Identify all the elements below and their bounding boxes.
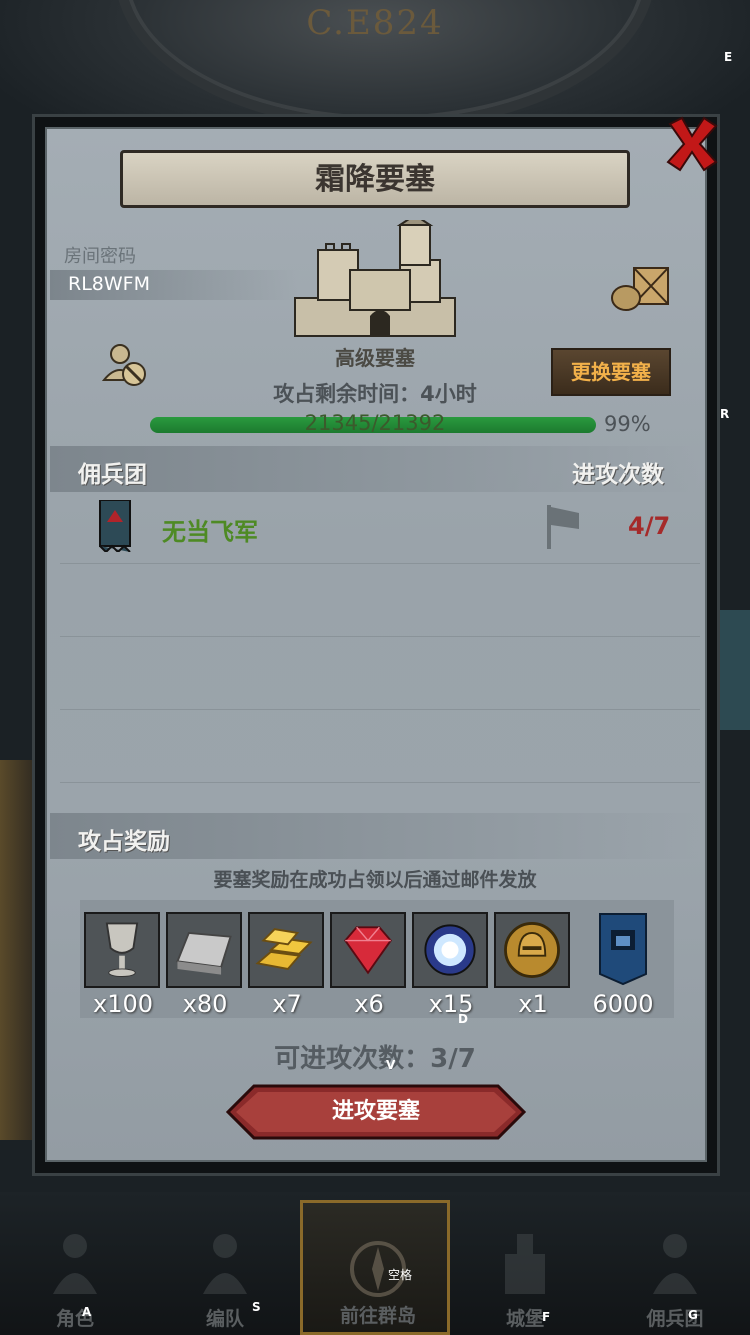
hotkey-s: S	[252, 1300, 261, 1314]
fortress-name: 高级要塞	[335, 346, 415, 370]
hotkey-r: R	[720, 407, 730, 421]
dialog-title: 霜降要塞	[315, 162, 435, 197]
attack-fortress-label: 进攻要塞	[331, 1099, 420, 1124]
nav-formation[interactable]: 编队	[150, 1200, 300, 1335]
team-banner-icon	[99, 500, 131, 552]
hotkey-e: E	[724, 50, 733, 64]
progress-percent: 99%	[604, 412, 651, 436]
attack-count-header: 进攻次数	[572, 462, 664, 488]
guild-token-icon[interactable]	[598, 912, 648, 986]
gold-bars-icon[interactable]	[248, 912, 324, 988]
team-name: 无当飞军	[162, 518, 258, 546]
dialog-title-plate: 霜降要塞	[120, 150, 630, 208]
hotkey-v: V	[386, 1058, 396, 1072]
row-divider	[60, 636, 700, 637]
change-fortress-label: 更换要塞	[571, 360, 651, 384]
soldier-icon	[203, 1234, 247, 1294]
reward-qty: x1	[518, 990, 548, 1018]
reward-qty: x100	[92, 990, 153, 1018]
nav-label: 角色	[55, 1308, 94, 1330]
nav-label: 前往群岛	[339, 1305, 416, 1327]
progress-value: 21345/21392	[304, 411, 446, 435]
mercenary-section-title: 佣兵团	[78, 462, 147, 488]
row-divider	[60, 709, 700, 710]
change-fortress-button[interactable]: 更换要塞	[551, 348, 671, 396]
warrior-icon	[653, 1234, 697, 1294]
team-attack-count: 4/7	[628, 512, 671, 540]
rewards-note: 要塞奖励在成功占领以后通过邮件发放	[213, 869, 537, 891]
hotkey-f: F	[542, 1310, 551, 1324]
reward-qty: x6	[354, 990, 384, 1018]
flag-icon	[547, 505, 579, 549]
close-icon[interactable]	[662, 114, 722, 174]
nav-mercenary[interactable]: 佣兵团	[600, 1200, 750, 1335]
era-label: C.E824	[306, 3, 444, 43]
no-member-icon[interactable]	[100, 340, 150, 390]
room-code: RL8WFM	[68, 273, 150, 295]
reward-qty: x80	[182, 990, 228, 1018]
reward-qty: x15	[428, 990, 474, 1018]
hotkey-a: A	[82, 1305, 92, 1319]
hotkey-space: 空格	[387, 1268, 412, 1282]
nav-label: 佣兵团	[646, 1308, 704, 1330]
crystal-orb-icon[interactable]	[412, 912, 488, 988]
goblet-icon[interactable]	[84, 912, 160, 988]
rewards-section-title: 攻占奖励	[78, 829, 170, 855]
attack-fortress-button[interactable]: 进攻要塞	[225, 1084, 527, 1140]
reward-qty: x7	[272, 990, 302, 1018]
hotkey-g: G	[688, 1308, 698, 1322]
available-attempts: 可进攻次数：3/7	[274, 1044, 476, 1074]
supplies-icon[interactable]	[610, 262, 672, 312]
ruby-icon[interactable]	[330, 912, 406, 988]
nav-role[interactable]: 角色	[0, 1200, 150, 1335]
row-divider	[60, 563, 700, 564]
iron-ingot-icon[interactable]	[166, 912, 242, 988]
nav-castle[interactable]: 城堡	[450, 1200, 600, 1335]
nav-label: 编队	[205, 1308, 244, 1330]
row-divider	[60, 782, 700, 783]
reward-qty: 6000	[592, 990, 654, 1018]
nav-label: 城堡	[505, 1308, 544, 1330]
castle-icon	[505, 1234, 545, 1294]
hotkey-d: D	[458, 1012, 468, 1026]
remaining-time: 攻占剩余时间：4小时	[273, 382, 477, 406]
fortress-icon	[294, 220, 456, 337]
knight-icon	[53, 1234, 97, 1294]
room-password-label: 房间密码	[64, 246, 136, 267]
helmet-medal-icon[interactable]	[494, 912, 570, 988]
